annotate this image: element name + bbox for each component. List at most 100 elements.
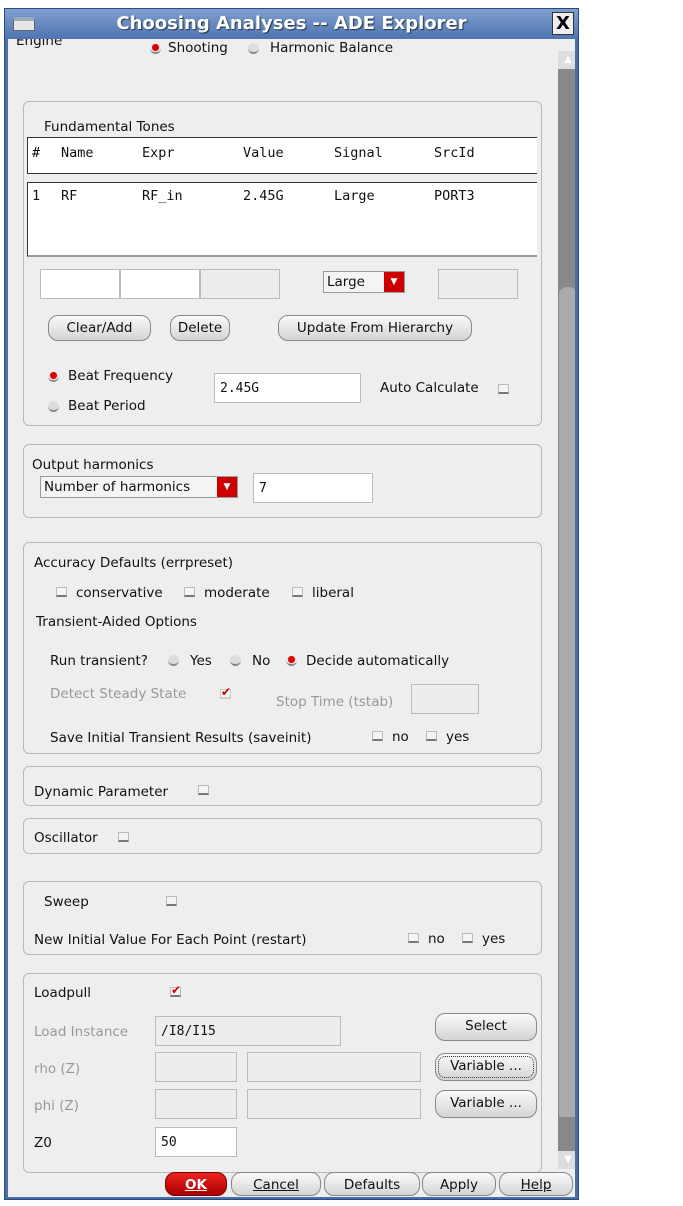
harmonics-select-value: Number of harmonics [44,479,191,495]
phi-input-2[interactable] [247,1089,421,1119]
auto-calculate-label: Auto Calculate [380,380,479,396]
clear-add-button[interactable]: Clear/Add [48,315,151,341]
signal-select[interactable]: Large ▼ [323,271,405,293]
col-header: # [32,145,41,161]
cell: RF_in [142,188,183,204]
liberal-label: liberal [312,585,354,601]
run-no-label: No [252,653,271,669]
saveinit-no-label: no [392,729,409,745]
help-button[interactable]: Help [499,1172,573,1196]
restart-no-label: no [428,931,445,947]
moderate-checkbox[interactable] [184,587,195,597]
close-button[interactable]: X [552,12,574,35]
beat-period-radio[interactable] [48,401,59,412]
phi-variable-button[interactable]: Variable ... [435,1090,537,1118]
saveinit-label: Save Initial Transient Results (saveinit… [50,730,312,746]
rho-input-1[interactable] [155,1052,237,1082]
select-button[interactable]: Select [435,1013,537,1041]
liberal-checkbox[interactable] [292,587,303,597]
cell: 1 [32,188,41,204]
stop-time-input[interactable] [411,684,479,714]
shooting-label: Shooting [168,40,228,56]
title-bar[interactable]: Choosing Analyses -- ADE Explorer X [5,9,578,39]
chevron-down-icon: ▼ [217,477,237,497]
moderate-label: moderate [204,585,270,601]
col-header: Value [243,145,284,161]
beat-frequency-radio[interactable] [48,371,59,382]
beat-period-label: Beat Period [68,398,146,414]
run-auto-label: Decide automatically [306,653,450,669]
cell: RF [61,188,78,204]
delete-button[interactable]: Delete [170,315,230,341]
cell: Large [334,188,375,204]
z0-input[interactable]: 50 [155,1127,237,1157]
rho-input-2[interactable] [247,1052,421,1082]
run-yes-label: Yes [190,653,212,669]
harmonics-select[interactable]: Number of harmonics ▼ [40,476,238,498]
cancel-button[interactable]: Cancel [231,1172,321,1196]
tone-expr-input[interactable] [120,269,200,299]
rho-variable-button[interactable]: Variable ... [435,1053,537,1081]
scroll-up-icon[interactable]: ▲ [558,51,575,69]
transient-title: Transient-Aided Options [36,614,197,630]
oscillator-checkbox[interactable] [118,832,129,842]
loadpull-checkbox[interactable] [170,983,181,997]
tones-table[interactable]: 1 RF RF_in 2.45G Large PORT3 [27,182,537,257]
vertical-scrollbar[interactable]: ▲ ▼ [558,51,575,1169]
scroll-down-icon[interactable]: ▼ [558,1151,575,1169]
loadpull-label: Loadpull [34,985,92,1001]
restart-yes-label: yes [482,931,506,947]
harmonic-balance-radio[interactable] [248,43,259,54]
beat-value-input[interactable]: 2.45G [214,373,361,403]
sweep-label: Sweep [44,894,89,910]
dynamic-parameter-checkbox[interactable] [198,785,209,795]
tone-name-input[interactable] [40,269,120,299]
stop-time-label: Stop Time (tstab) [276,694,394,710]
accuracy-panel [23,542,542,754]
phi-input-1[interactable] [155,1089,237,1119]
conservative-checkbox[interactable] [56,587,67,597]
defaults-button[interactable]: Defaults [324,1172,420,1196]
apply-button[interactable]: Apply [422,1172,496,1196]
run-auto-radio[interactable] [286,655,297,666]
window-title: Choosing Analyses -- ADE Explorer [116,13,467,34]
shooting-radio[interactable] [150,43,161,54]
col-header: Expr [142,145,175,161]
tones-header: # Name Expr Value Signal SrcId [27,137,537,174]
col-header: SrcId [434,145,475,161]
run-yes-radio[interactable] [168,655,179,666]
ok-button[interactable]: OK [165,1172,227,1196]
table-row[interactable]: 1 RF RF_in 2.45G Large PORT3 [28,187,537,207]
rho-label: rho (Z) [34,1061,81,1077]
z0-label: Z0 [34,1135,52,1151]
signal-select-value: Large [327,274,365,290]
window-menu-icon[interactable] [13,17,35,31]
tones-title: Fundamental Tones [44,119,175,135]
oscillator-label: Oscillator [34,830,98,846]
dynamic-parameter-label: Dynamic Parameter [34,784,169,800]
detect-steady-label: Detect Steady State [50,686,187,702]
run-no-radio[interactable] [230,655,241,666]
run-transient-label: Run transient? [50,653,148,669]
harmonics-value-input[interactable]: 7 [253,473,373,503]
saveinit-yes-checkbox[interactable] [426,731,437,741]
tone-value-input[interactable] [200,269,280,299]
sweep-checkbox[interactable] [166,896,177,906]
srcid-input[interactable] [438,269,518,299]
detect-steady-checkbox[interactable] [220,685,231,699]
saveinit-no-checkbox[interactable] [372,731,383,741]
beat-frequency-label: Beat Frequency [68,368,174,384]
output-harmonics-label: Output harmonics [32,457,154,473]
conservative-label: conservative [76,585,163,601]
auto-calculate-checkbox[interactable] [498,384,509,394]
restart-yes-checkbox[interactable] [462,933,473,943]
update-from-hierarchy-button[interactable]: Update From Hierarchy [278,315,472,341]
load-instance-input[interactable]: /I8/I15 [155,1016,341,1046]
restart-no-checkbox[interactable] [408,933,419,943]
col-header: Name [61,145,94,161]
accuracy-label: Accuracy Defaults (errpreset) [34,555,234,571]
scrollbar-thumb[interactable] [559,287,575,1117]
oscillator-panel [23,818,542,854]
phi-label: phi (Z) [34,1098,79,1114]
chevron-down-icon: ▼ [384,272,404,292]
